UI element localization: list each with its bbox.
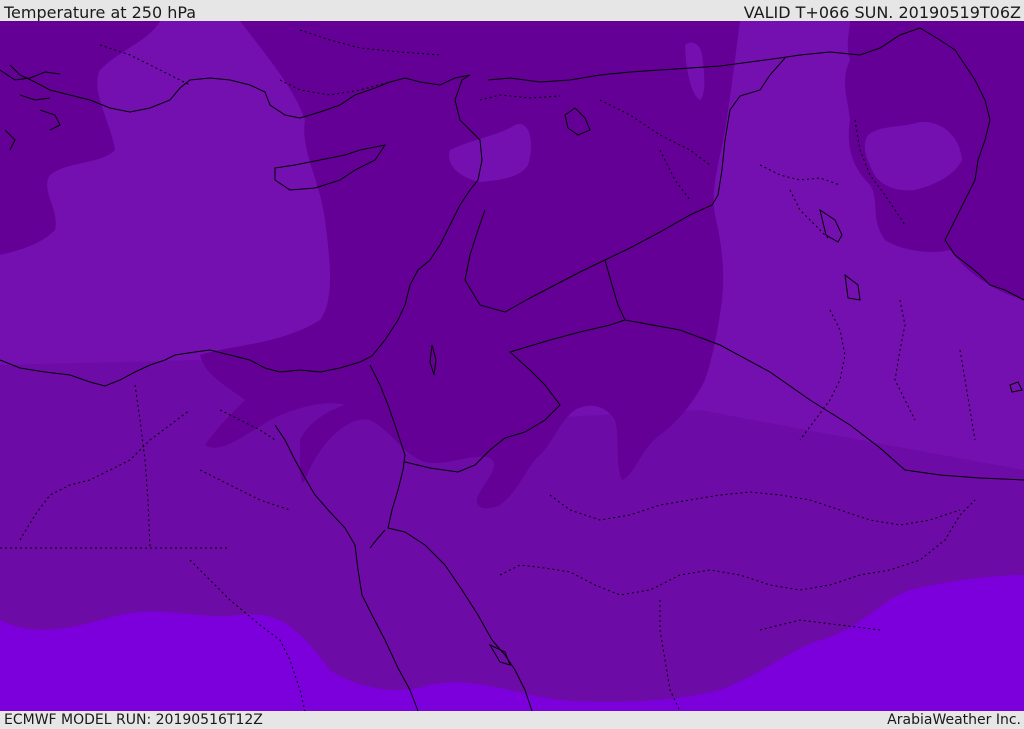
valid-time: VALID T+066 SUN. 20190519T06Z — [743, 3, 1021, 22]
header-bar: Temperature at 250 hPa VALID T+066 SUN. … — [0, 0, 1024, 22]
temperature-map — [0, 21, 1024, 711]
credit-label: ArabiaWeather Inc. — [887, 712, 1021, 728]
footer-bar: ECMWF MODEL RUN: 20190516T12Z ArabiaWeat… — [0, 711, 1024, 729]
map-canvas — [0, 21, 1024, 711]
model-run-label: ECMWF MODEL RUN: 20190516T12Z — [4, 712, 263, 728]
map-title: Temperature at 250 hPa — [4, 3, 197, 22]
